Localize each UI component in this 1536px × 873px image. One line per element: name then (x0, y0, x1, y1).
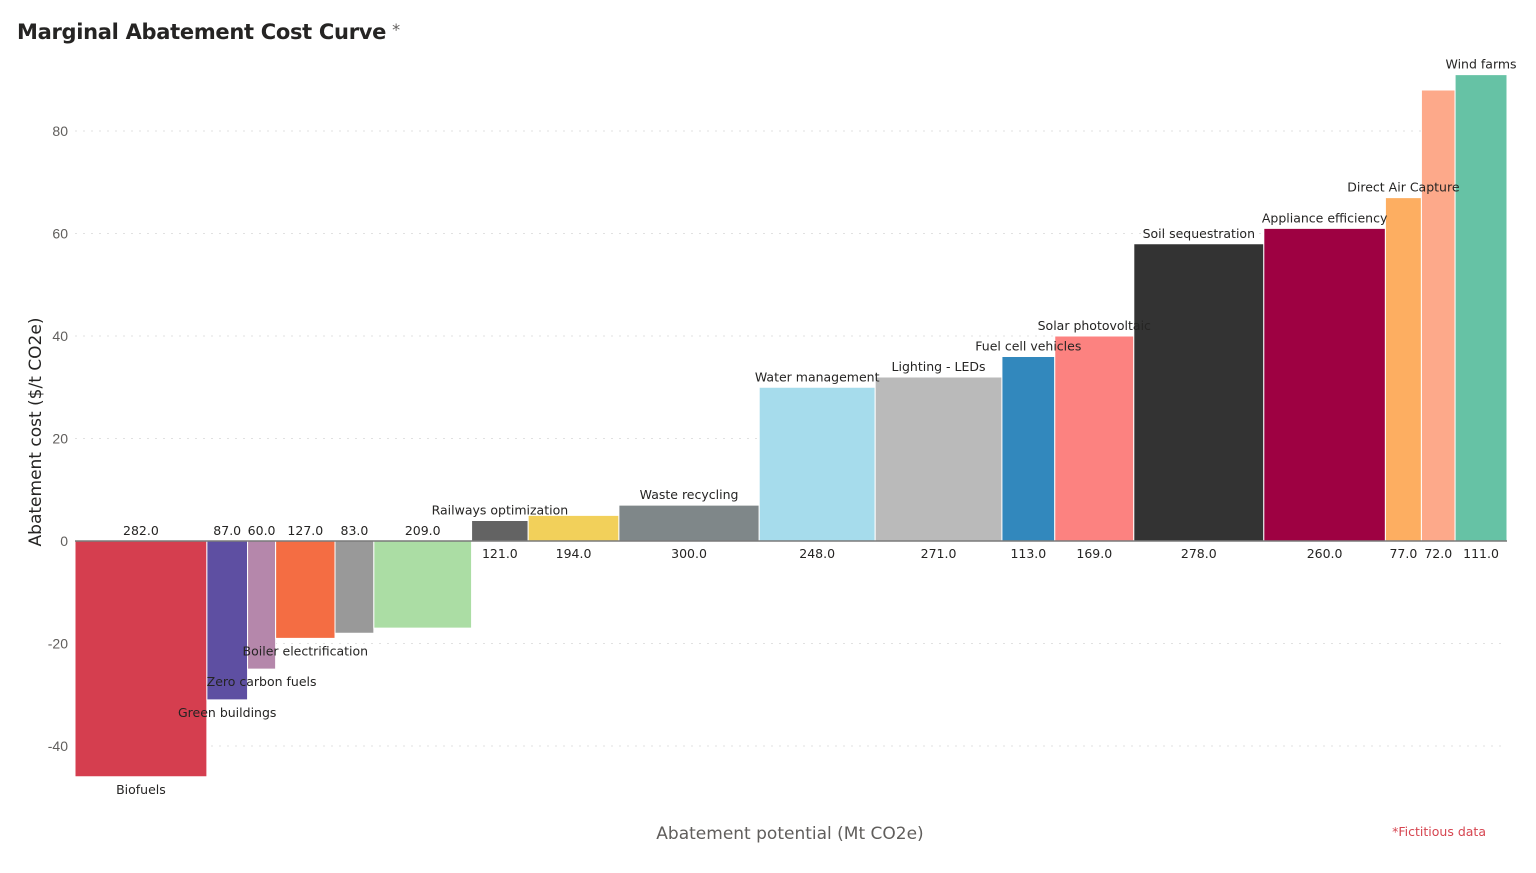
bar-name-label: Railways optimization (432, 503, 569, 518)
bar[interactable] (1454, 74, 1508, 542)
bar-name-label: Fuel cell vehicles (975, 339, 1081, 354)
bar[interactable] (1420, 89, 1456, 542)
bar-width-label: 282.0 (123, 523, 159, 538)
bar-name-label: Soil sequestration (1143, 226, 1255, 241)
y-tick-label: 80 (52, 123, 68, 139)
bar-name-label: Direct Air Capture (1347, 180, 1460, 195)
bar-name-label: Green buildings (178, 705, 276, 720)
bar[interactable] (758, 386, 876, 542)
bar-name-label: Wind farms (1446, 57, 1517, 72)
bar-width-label: 278.0 (1181, 546, 1217, 561)
bar-width-label: 87.0 (213, 523, 241, 538)
bars (74, 74, 1508, 778)
bar[interactable] (1263, 227, 1386, 542)
bar-width-label: 72.0 (1424, 546, 1452, 561)
bar-name-label: Solar photovoltaic (1038, 318, 1151, 333)
bar-width-label: 83.0 (341, 523, 369, 538)
mac-curve-chart: -40 -20 0 20 40 60 80 282.0 87.0 60.0 127.0 83.0 20… (26, 57, 1517, 844)
bar-width-label: 113.0 (1010, 546, 1046, 561)
bar[interactable] (334, 540, 375, 634)
bar[interactable] (618, 504, 760, 542)
bar[interactable] (1054, 335, 1135, 542)
y-tick-label: 60 (52, 226, 68, 242)
bar-name-label: Appliance efficiency (1262, 210, 1388, 225)
bar-width-label: 111.0 (1463, 546, 1499, 561)
bar-width-label: 121.0 (482, 546, 518, 561)
bar[interactable] (275, 540, 336, 639)
bar[interactable] (1001, 356, 1056, 542)
footnote: *Fictitious data (1392, 824, 1486, 839)
bar[interactable] (1384, 197, 1422, 542)
y-tick-label: -20 (48, 636, 68, 652)
bar[interactable] (373, 540, 473, 629)
y-tick-label: 40 (52, 328, 68, 344)
bar[interactable] (874, 376, 1003, 542)
x-axis-title: Abatement potential (Mt CO2e) (656, 824, 923, 844)
bar-width-label: 260.0 (1307, 546, 1343, 561)
bar-width-label: 60.0 (248, 523, 276, 538)
bar-name-label: Waste recycling (640, 487, 739, 502)
bar[interactable] (1133, 243, 1265, 542)
bar-width-label: 194.0 (556, 546, 592, 561)
y-tick-label: -40 (48, 738, 68, 754)
bar-name-label: Biofuels (116, 782, 166, 797)
bar-width-label: 209.0 (405, 523, 441, 538)
bar[interactable] (527, 514, 620, 542)
bar-width-label: 300.0 (671, 546, 707, 561)
bar-name-label: Boiler electrification (243, 643, 369, 658)
bar-width-label: 271.0 (921, 546, 957, 561)
bar-name-label: Water management (755, 369, 880, 384)
bar-width-label: 248.0 (799, 546, 835, 561)
bar-width-label: 127.0 (287, 523, 323, 538)
bar[interactable] (471, 520, 529, 542)
y-tick-label: 20 (52, 431, 68, 447)
bar-name-label: Zero carbon fuels (207, 674, 317, 689)
y-tick-label: 0 (60, 533, 68, 549)
y-axis-title: Abatement cost ($/t CO2e) (26, 318, 46, 547)
bar[interactable] (74, 540, 208, 778)
bar-width-label: 77.0 (1389, 546, 1417, 561)
bar-width-label: 169.0 (1076, 546, 1112, 561)
y-axis-ticks: -40 -20 0 20 40 60 80 (48, 123, 68, 754)
bar-name-label: Lighting - LEDs (892, 359, 986, 374)
